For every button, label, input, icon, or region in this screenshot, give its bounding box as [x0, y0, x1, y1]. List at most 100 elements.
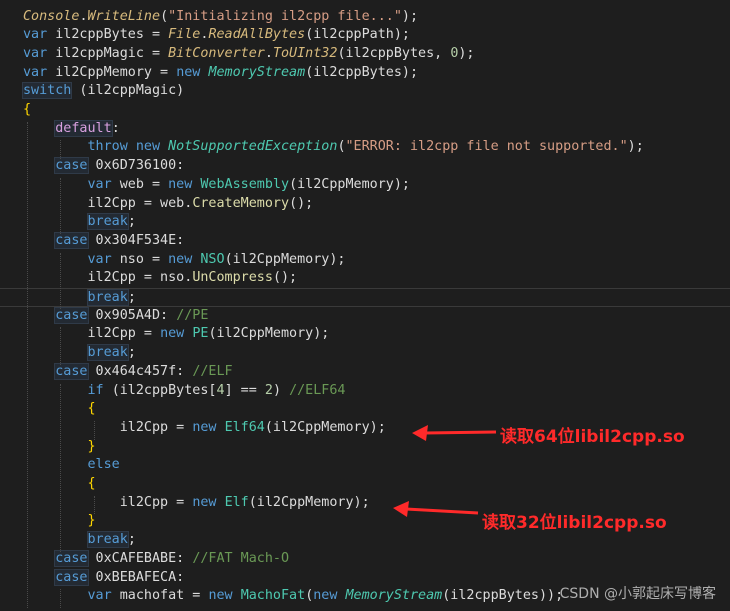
- code-token-text: ): [272, 382, 290, 398]
- code-line[interactable]: {: [0, 101, 730, 120]
- code-token-text: ;: [127, 214, 136, 230]
- code-token-text: il2cppBytes =: [55, 27, 169, 43]
- code-line[interactable]: case 0x6D736100:: [0, 157, 730, 176]
- code-token-text: ();: [289, 195, 314, 211]
- code-token-number: 4: [216, 382, 225, 398]
- code-token-method-name: CreateMemory: [192, 195, 290, 211]
- code-token-text: (il2cppMagic): [71, 83, 185, 99]
- code-line[interactable]: break;: [0, 344, 730, 363]
- code-token-brace: {: [23, 102, 32, 117]
- code-token-text: il2Cpp =: [119, 494, 193, 510]
- code-token-string: "Initializing il2cpp file...": [168, 8, 402, 24]
- code-token-keyword: new: [160, 326, 193, 342]
- code-token-number: 2: [264, 382, 273, 398]
- code-token-text: il2Cpp =: [87, 326, 161, 342]
- code-token-text: (il2CppMemory);: [264, 419, 386, 435]
- code-line[interactable]: case 0x905A4D: //PE: [0, 306, 730, 326]
- code-token-keyword: switch: [21, 82, 73, 100]
- code-token-type-name: NSO: [200, 251, 225, 267]
- indent-guide: [60, 252, 61, 309]
- code-token-text: 0x6D736100:: [87, 158, 185, 174]
- code-token-text: il2Cpp = web.: [87, 195, 193, 211]
- code-token-type-name: MachoFat: [240, 588, 306, 604]
- code-line[interactable]: else: [0, 456, 730, 475]
- code-line[interactable]: var il2CppMemory = new MemoryStream(il2c…: [0, 64, 730, 83]
- code-token-keyword: break: [86, 213, 129, 231]
- code-line[interactable]: var web = new WebAssembly(il2CppMemory);: [0, 176, 730, 195]
- code-line[interactable]: {: [0, 400, 730, 419]
- code-token-type-name: NotSupportedException: [168, 139, 338, 155]
- code-token-text: ;: [127, 532, 136, 548]
- indent-guide: [60, 177, 61, 234]
- code-line[interactable]: case 0xCAFEBABE: //FAT Mach-O: [0, 549, 730, 569]
- code-token-text: ;: [127, 345, 136, 361]
- code-line[interactable]: il2Cpp = web.CreateMemory();: [0, 195, 730, 214]
- code-token-text: ;: [127, 290, 136, 305]
- code-token-keyword: case: [54, 549, 89, 567]
- code-token-text: (il2cppBytes[: [111, 382, 217, 398]
- code-token-text: 0x464c457f:: [87, 363, 193, 379]
- code-line[interactable]: var il2cppBytes = File.ReadAllBytes(il2c…: [0, 26, 730, 45]
- code-line[interactable]: break;: [0, 288, 730, 307]
- code-token-string: "ERROR: il2cpp file not supported.": [345, 139, 628, 155]
- indent-guide: [94, 420, 95, 440]
- code-token-text: .: [264, 45, 273, 61]
- code-token-keyword: new: [176, 64, 209, 80]
- code-token-type-name: MemoryStream: [208, 64, 306, 80]
- code-token-keyword: case: [54, 231, 89, 249]
- code-line[interactable]: switch (il2cppMagic): [0, 82, 730, 101]
- code-token-keyword: if: [87, 382, 112, 398]
- code-token-keyword: var: [23, 27, 56, 43]
- code-line[interactable]: throw new NotSupportedException("ERROR: …: [0, 138, 730, 157]
- indent-guide: [60, 327, 61, 365]
- code-token-text: (: [337, 139, 346, 155]
- code-line[interactable]: var nso = new NSO(il2CppMemory);: [0, 251, 730, 270]
- code-token-keyword: new: [168, 251, 201, 267]
- code-token-keyword: case: [54, 362, 89, 380]
- annotation-elf32: 读取32位libil2cpp.so: [482, 513, 667, 533]
- code-line[interactable]: il2Cpp = new PE(il2CppMemory);: [0, 325, 730, 344]
- code-token-keyword: new: [168, 176, 201, 192]
- code-token-text: );: [458, 45, 475, 61]
- code-token-text: );: [401, 8, 419, 24]
- code-line[interactable]: var il2cppMagic = BitConverter.ToUInt32(…: [0, 45, 730, 64]
- code-line[interactable]: break;: [0, 213, 730, 232]
- code-token-text: (il2cppBytes,: [337, 45, 451, 61]
- code-token-text: il2cppMagic =: [55, 45, 169, 61]
- code-token-text: il2Cpp =: [119, 419, 193, 435]
- code-token-keyword: case: [54, 306, 89, 324]
- code-token-comment: //ELF: [192, 363, 233, 379]
- indent-guide: [94, 495, 95, 515]
- code-line[interactable]: case 0x464c457f: //ELF: [0, 362, 730, 382]
- code-token-text: (il2CppMemory);: [248, 494, 370, 510]
- code-token-text: (il2cppPath);: [305, 27, 410, 43]
- code-token-text: (il2cppBytes);: [305, 64, 419, 80]
- code-token-keyword: break: [86, 344, 129, 362]
- code-line[interactable]: {: [0, 475, 730, 494]
- code-line[interactable]: break;: [0, 531, 730, 550]
- code-token-brace: {: [87, 476, 96, 491]
- indent-guide: [60, 383, 61, 552]
- code-token-type-name: WebAssembly: [200, 176, 290, 192]
- code-token-keyword: default: [54, 119, 113, 137]
- code-line[interactable]: default:: [0, 119, 730, 139]
- code-token-text: );: [627, 139, 644, 155]
- code-token-keyword: else: [87, 457, 120, 473]
- code-line[interactable]: case 0x304F534E:: [0, 231, 730, 251]
- code-line[interactable]: if (il2cppBytes[4] == 2) //ELF64: [0, 382, 730, 401]
- code-line[interactable]: Console.WriteLine("Initializing il2cpp f…: [0, 8, 730, 27]
- code-line[interactable]: il2Cpp = nso.UnCompress();: [0, 269, 730, 288]
- code-token-text: (: [160, 8, 169, 24]
